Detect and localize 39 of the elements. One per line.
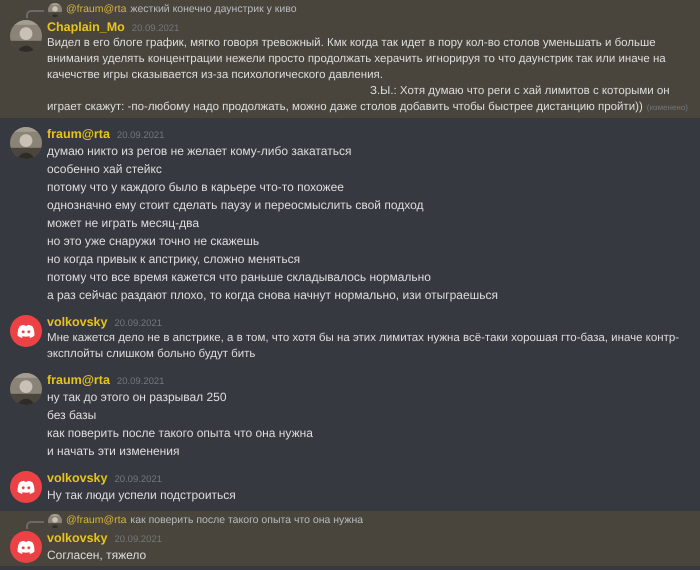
author-name[interactable]: Chaplain_Mo	[47, 18, 125, 37]
author-name[interactable]: fraum@rta	[47, 371, 110, 390]
message-text: как поверить после такого опыта что она нужна	[47, 425, 314, 442]
reply-text: жесткий конечно даунстрик у киво	[130, 2, 297, 18]
message-text: но когда привык к апстрику, сложно меняться	[47, 251, 302, 268]
message-text: и начать эти изменения	[47, 443, 180, 460]
message-text: однозначно ему стоит сделать паузу и переосмыслить свой подход	[47, 197, 425, 214]
message-text: думаю никто из регов не желает кому-либо закататься	[47, 143, 352, 160]
discord-logo-icon	[10, 471, 42, 503]
discord-logo-icon	[10, 531, 42, 563]
message-text: может не играть месяц-два	[47, 215, 200, 232]
message-text: особенно хай стейкс	[47, 161, 163, 178]
message-text: Согласен, тяжело	[47, 547, 148, 564]
message-text: потому что у каждого было в карьере что-то похожее	[47, 179, 345, 196]
author-name[interactable]: volkovsky	[47, 529, 108, 548]
message-date: 20.09.2021	[114, 317, 162, 331]
message-text: Мне кажется дело не в апстрике, а в том, что хотя бы на этих лимитах нужна всё-таки хорошая гто-база, иначе контр-эксплойты слишком больно будут бить	[47, 331, 680, 362]
message-text: без базы	[47, 407, 98, 424]
author-name[interactable]: fraum@rta	[47, 125, 110, 144]
message-text: Видел в его блоге график, мягко говоря тревожный. Кмк когда так идет в пору кол-во столов уменьшать и больше внимания уделять концентрации нежели просто продолжать херачить игнорируя то что даунстрик так или иначе на качечстве игры сказывается из-за психологического давления.	[47, 36, 667, 83]
message-text: З.Ы.: Хотя думаю что реги с хай лимитов с которыми он играет скажут: -по-любому надо продолжать, можно даже столов добавить чтобы быстрее дистанцию пройти)) (изменено)	[47, 84, 688, 115]
author-name[interactable]: volkovsky	[47, 469, 108, 488]
message-date: 20.09.2021	[116, 129, 164, 143]
reply-mention[interactable]: @fraum@rta	[66, 2, 126, 18]
message-text: а раз сейчас раздают плохо, то когда снова начнут нормально, изи отыграешься	[47, 287, 500, 304]
author-name[interactable]: volkovsky	[47, 313, 108, 332]
message-text: потому что все время кажется что раньше складывалось нормально	[47, 269, 432, 286]
message-date: 20.09.2021	[114, 473, 162, 487]
reply-text: как поверить после такого опыта что она нужна	[130, 513, 364, 528]
message-date: 20.09.2021	[114, 533, 162, 547]
message-text: ну так до этого он разрывал 250	[47, 389, 228, 406]
message-text: но это уже снаружи точно не скажешь	[47, 233, 260, 250]
reply-connector	[26, 521, 44, 529]
reply-connector	[26, 10, 44, 18]
message-date: 20.09.2021	[116, 375, 164, 389]
message-text: Ну так люди успели подстроиться	[47, 487, 237, 504]
discord-logo-icon	[10, 315, 42, 347]
message-date: 20.09.2021	[132, 22, 180, 36]
reply-mention[interactable]: @fraum@rta	[66, 513, 126, 529]
